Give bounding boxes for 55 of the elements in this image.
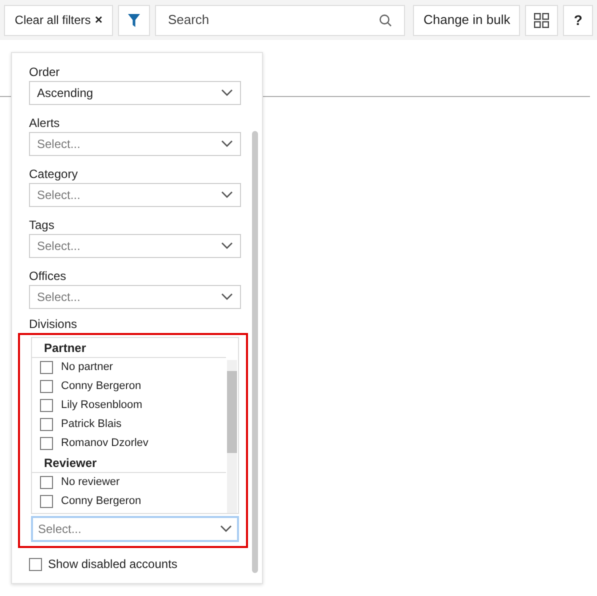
chevron-down-icon <box>221 191 233 199</box>
select-placeholder: Select... <box>37 136 82 153</box>
scrollbar-thumb[interactable] <box>227 371 237 453</box>
select-field[interactable]: Select... <box>29 132 241 156</box>
checkbox[interactable] <box>40 476 53 489</box>
filter-button[interactable] <box>118 4 150 36</box>
group-header: Partner <box>32 338 226 358</box>
checkbox[interactable] <box>40 495 53 508</box>
option-item[interactable]: Romanov Dzorlev <box>32 434 226 453</box>
checkbox[interactable] <box>40 399 53 412</box>
field-label: Divisions <box>29 317 78 332</box>
checkbox[interactable] <box>40 361 53 374</box>
select-value: Ascending <box>37 85 94 102</box>
checkbox-label: Show disabled accounts <box>48 556 178 573</box>
chevron-down-icon <box>221 89 233 97</box>
chevron-down-icon <box>221 242 233 250</box>
option-item[interactable]: Lily Rosenbloom <box>32 396 226 415</box>
chevron-down-icon <box>221 140 233 148</box>
filter-icon <box>128 14 140 26</box>
search-icon <box>379 14 392 26</box>
checkbox[interactable] <box>40 437 53 450</box>
checkbox[interactable] <box>40 418 53 431</box>
clear-filters-button[interactable]: Clear all filters × <box>4 4 114 36</box>
checkbox[interactable] <box>40 380 53 393</box>
change-in-bulk-button[interactable]: Change in bulk <box>413 4 520 36</box>
field-label: Tags <box>29 218 56 233</box>
select-field[interactable]: Ascending <box>29 81 241 105</box>
select-field[interactable]: Select... <box>29 285 241 309</box>
scrollbar-thumb[interactable] <box>252 131 258 573</box>
select-placeholder: Select... <box>37 289 82 306</box>
option-item[interactable]: Conny Bergeron <box>32 377 226 396</box>
select-field[interactable]: Select... <box>31 516 239 542</box>
select-field[interactable]: Select... <box>29 234 241 258</box>
chevron-down-icon <box>221 293 233 301</box>
select-placeholder: Select... <box>37 238 82 255</box>
option-item[interactable]: Conny Bergeron <box>32 492 226 511</box>
close-icon: × <box>94 10 102 30</box>
search-input[interactable]: Search <box>168 10 380 30</box>
field-label: Offices <box>29 269 68 284</box>
option-item[interactable]: Patrick Blais <box>32 415 226 434</box>
select-field[interactable]: Select... <box>29 183 241 207</box>
chevron-down-icon <box>220 525 232 533</box>
group-header: Reviewer <box>32 453 226 473</box>
select-placeholder: Select... <box>37 187 82 204</box>
field-label: Category <box>29 167 79 182</box>
option-item[interactable]: No reviewer <box>32 473 226 492</box>
checkbox[interactable] <box>29 558 42 570</box>
field-label: Order <box>29 65 61 80</box>
grid-icon <box>534 12 550 28</box>
option-item[interactable]: No partner <box>32 358 226 377</box>
select-input[interactable]: Select... <box>38 520 220 538</box>
grid-view-button[interactable] <box>525 4 558 36</box>
field-label: Alerts <box>29 116 61 131</box>
search-field[interactable]: Search <box>154 4 406 36</box>
help-button[interactable]: ? <box>563 4 593 36</box>
